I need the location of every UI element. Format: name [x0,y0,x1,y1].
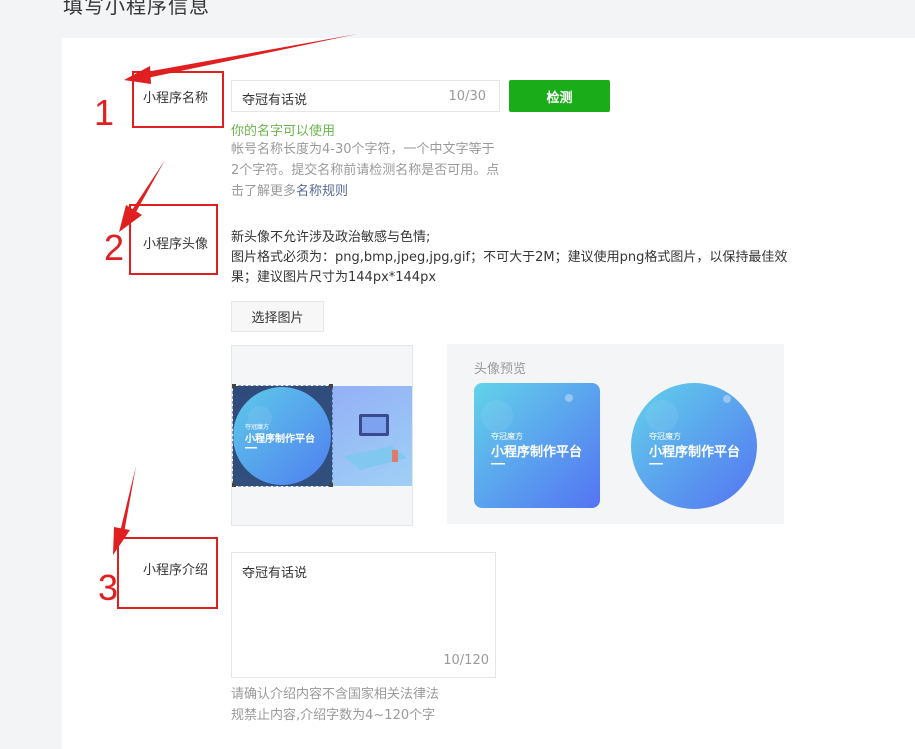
arrow-icon [113,466,136,555]
arrow-icon [119,160,165,232]
annotation-arrows [113,34,357,555]
arrow-icon [124,34,357,84]
